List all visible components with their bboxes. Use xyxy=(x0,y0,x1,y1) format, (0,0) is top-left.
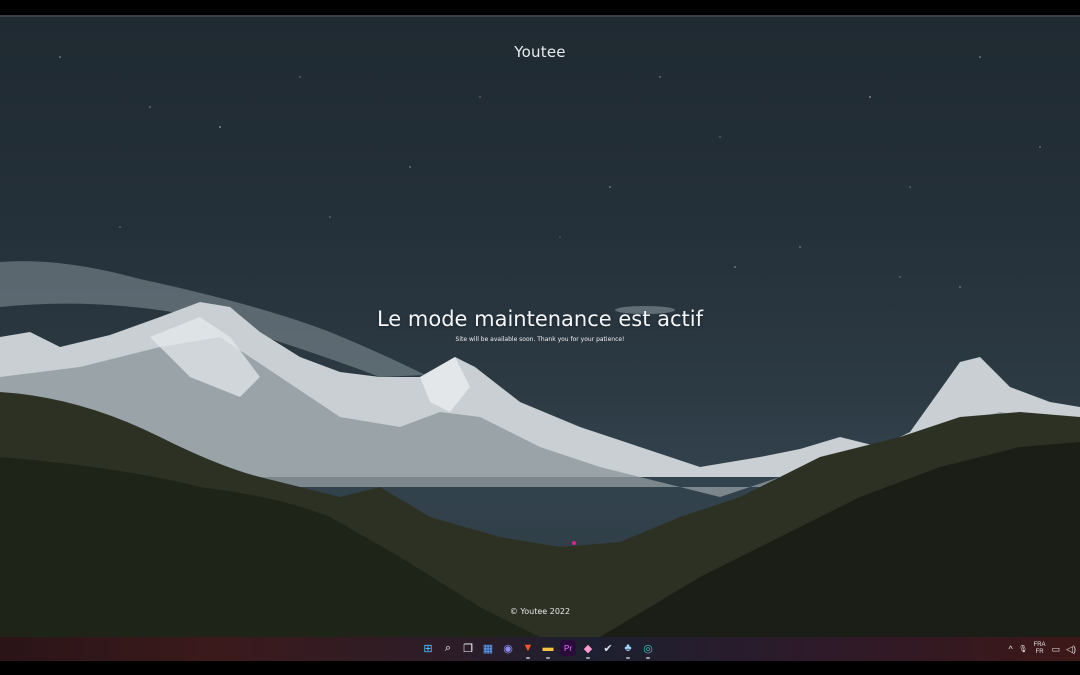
volume-icon[interactable]: ◁) xyxy=(1066,644,1076,655)
photos-icon[interactable]: ◆ xyxy=(580,640,596,659)
windows-taskbar: ⊞ ⌕ ❐ ▦ ◉ ▼ ▬ Pr ◆ ✔ ♣ ◎ ^ 🎙 FRA FR ▭ ◁) xyxy=(0,637,1080,661)
maintenance-page: Youtee Le mode maintenance est actif Sit… xyxy=(0,17,1080,637)
search-icon[interactable]: ⌕ xyxy=(440,640,456,656)
brave-browser-icon[interactable]: ▼ xyxy=(520,640,536,659)
start-icon[interactable]: ⊞ xyxy=(420,640,436,656)
page-footer: © Youtee 2022 xyxy=(509,607,571,616)
widgets-icon[interactable]: ▦ xyxy=(480,640,496,656)
keyboard-layout: FR xyxy=(1035,649,1044,655)
window-top-bar xyxy=(0,0,1080,17)
premiere-pro-icon[interactable]: Pr xyxy=(560,640,576,656)
edge-browser-icon[interactable]: ◎ xyxy=(640,640,656,659)
taskbar-apps: ⊞ ⌕ ❐ ▦ ◉ ▼ ▬ Pr ◆ ✔ ♣ ◎ xyxy=(420,640,656,659)
site-brand: Youtee xyxy=(514,43,566,61)
steam-icon[interactable]: ✔ xyxy=(600,640,616,656)
task-view-icon[interactable]: ❐ xyxy=(460,640,476,656)
language-indicator[interactable]: FRA FR xyxy=(1034,642,1046,656)
microphone-icon[interactable]: 🎙 xyxy=(1019,645,1028,653)
show-hidden-icons-chevron-icon[interactable]: ^ xyxy=(1008,644,1012,654)
file-explorer-icon[interactable]: ▬ xyxy=(540,640,556,659)
cursor-dot xyxy=(572,541,576,545)
page-subtitle: Site will be available soon. Thank you f… xyxy=(455,336,625,343)
language-code: FRA xyxy=(1033,642,1046,648)
page-title: Le mode maintenance est actif xyxy=(376,307,704,331)
system-tray: ^ 🎙 FRA FR ▭ ◁) xyxy=(1008,640,1080,658)
display-icon[interactable]: ▭ xyxy=(1052,644,1061,655)
window-bottom-bar xyxy=(0,661,1080,675)
app-icon[interactable]: ♣ xyxy=(620,640,636,659)
teams-chat-icon[interactable]: ◉ xyxy=(500,640,516,656)
